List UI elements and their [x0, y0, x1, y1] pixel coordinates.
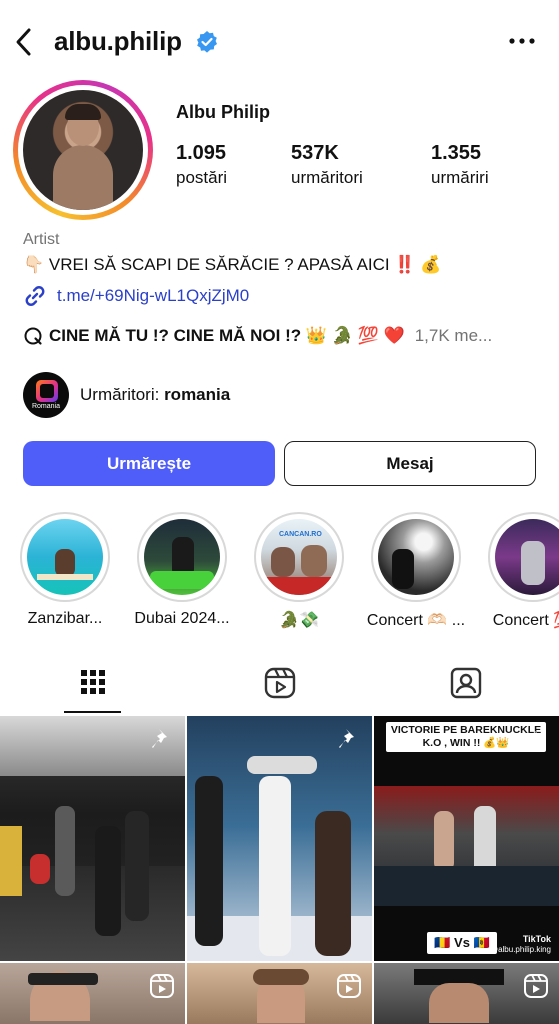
reel-icon [524, 974, 548, 998]
stat-following[interactable]: 1.355 urmăriri [431, 142, 489, 188]
highlight-cover [495, 519, 559, 595]
tiktok-label: TikTok [522, 934, 551, 944]
highlight-label: Dubai 2024... [134, 610, 230, 627]
bio-text: 👇🏻 VREI SĂ SCAPI DE SĂRĂCIE ? APASĂ AICI… [23, 255, 442, 274]
highlight-item[interactable]: Dubai 2024... [132, 512, 232, 628]
post-tile[interactable] [187, 716, 372, 961]
highlight-item[interactable]: CANCAN.RO 🐊💸 [249, 512, 349, 630]
tagged-icon [450, 667, 482, 699]
tab-grid[interactable] [0, 654, 186, 714]
verified-badge-icon [197, 31, 217, 53]
highlight-item[interactable]: Concert 💯 [483, 512, 559, 630]
highlight-label: Concert 💯 [492, 612, 559, 629]
followers-region-text: Urmăritori: romania [80, 385, 230, 405]
highlight-label: 🐊💸 [279, 612, 319, 629]
active-tab-indicator [64, 711, 121, 713]
highlight-cover [378, 519, 454, 595]
message-button[interactable]: Mesaj [284, 441, 536, 486]
top-bar: albu.philip [0, 18, 559, 68]
profile-username: albu.philip [54, 26, 182, 56]
stat-posts-value: 1.095 [176, 142, 227, 164]
avatar-photo [23, 90, 143, 210]
post-tile[interactable]: VICTORIE PE BAREKNUCKLE K.O , WIN !! 💰👑 … [374, 716, 559, 961]
stat-followers-value: 537K [291, 142, 339, 164]
post-tile[interactable] [374, 963, 559, 1024]
highlight-cover [144, 519, 220, 595]
bio-category: Artist [23, 231, 60, 248]
threads-count: 1,7K me... [414, 326, 493, 345]
more-options-icon[interactable] [507, 36, 537, 46]
tiktok-watermark: TikTok @albu.philip.king [490, 934, 551, 954]
profile-avatar[interactable] [13, 80, 153, 220]
post-vs-badge: 🇷🇴 Vs 🇲🇩 [427, 932, 497, 954]
tiktok-handle: @albu.philip.king [489, 944, 551, 954]
follow-button[interactable]: Urmărește [23, 441, 275, 486]
display-name: Albu Philip [176, 102, 270, 122]
region-avatar: Romania [23, 372, 69, 418]
threads-badge[interactable]: CINE MĂ TU !? CINE MĂ NOI !? 👑 🐊 💯 ❤️ 1,… [23, 326, 492, 346]
profile-tabs [0, 654, 559, 714]
pinned-icon [526, 729, 541, 748]
bio-link-text: t.me/+69Nig-wL1QxjZjM0 [57, 286, 250, 305]
stat-followers[interactable]: 537K urmăritori [291, 142, 363, 188]
highlight-label: Zanzibar... [27, 610, 103, 627]
highlight-photo-text: CANCAN.RO [279, 531, 322, 538]
highlight-cover: CANCAN.RO [261, 519, 337, 595]
stat-following-value: 1.355 [431, 142, 482, 164]
grid-icon [81, 670, 105, 694]
threads-text: CINE MĂ TU !? CINE MĂ NOI !? 👑 🐊 💯 ❤️ [49, 326, 405, 345]
followers-region-row[interactable]: Romania Urmăritori: romania [23, 372, 230, 418]
reel-icon [150, 974, 174, 998]
back-arrow-icon[interactable] [10, 26, 38, 58]
stat-followers-label: urmăritori [291, 168, 363, 187]
reels-icon [264, 667, 296, 699]
followers-region: romania [164, 385, 231, 404]
highlight-label: Concert 🫶🏻 ... [366, 612, 466, 629]
stat-posts[interactable]: 1.095 postări [176, 142, 227, 188]
post-caption: VICTORIE PE BAREKNUCKLE K.O , WIN !! 💰👑 [386, 722, 546, 753]
pinned-icon [152, 729, 167, 748]
stat-posts-label: postări [176, 168, 228, 187]
post-tile[interactable] [0, 963, 185, 1024]
post-tile[interactable] [0, 716, 185, 961]
threads-icon [24, 327, 42, 345]
reel-icon [337, 974, 361, 998]
tab-reels[interactable] [186, 654, 372, 714]
region-avatar-text: Romania [31, 403, 60, 410]
stat-following-label: urmăriri [431, 168, 489, 187]
link-icon [25, 286, 45, 306]
highlight-item[interactable]: Concert 🫶🏻 ... [366, 512, 466, 630]
post-tile[interactable] [187, 963, 372, 1024]
highlight-item[interactable]: Zanzibar... [15, 512, 115, 628]
followers-prefix: Urmăritori: [80, 385, 165, 404]
tab-tagged[interactable] [372, 654, 558, 714]
highlight-cover [27, 519, 103, 595]
bio-link[interactable]: t.me/+69Nig-wL1QxjZjM0 [23, 284, 249, 308]
pinned-icon [339, 729, 354, 748]
